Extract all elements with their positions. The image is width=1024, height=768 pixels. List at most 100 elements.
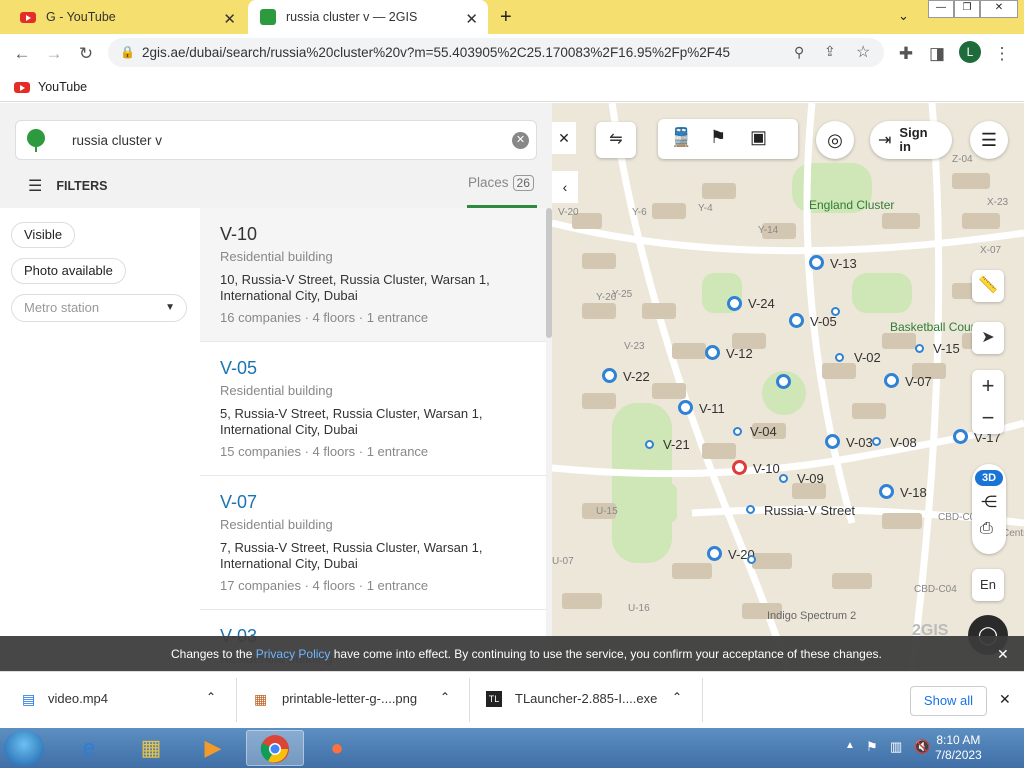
photo-icon[interactable]: ▣ xyxy=(750,127,767,148)
share-icon[interactable]: ⇪ xyxy=(824,43,836,60)
building-marker[interactable] xyxy=(825,434,840,449)
building-marker[interactable] xyxy=(747,555,756,564)
media-player-icon[interactable]: ▶ xyxy=(184,730,242,766)
chevron-up-icon[interactable]: ⌃ xyxy=(672,690,682,704)
building-marker[interactable] xyxy=(776,374,791,389)
building-label[interactable]: V-02 xyxy=(854,350,881,365)
building-label[interactable]: V-15 xyxy=(933,341,960,356)
side-panel-icon[interactable]: ◨ xyxy=(927,44,947,64)
building-marker[interactable] xyxy=(727,296,742,311)
ie-icon[interactable]: e xyxy=(60,730,118,766)
result-name[interactable]: V-07 xyxy=(220,492,526,513)
tab-youtube[interactable]: G - YouTube ✕ xyxy=(8,0,246,34)
close-tab-icon[interactable]: ✕ xyxy=(223,10,236,28)
building-label[interactable]: V-09 xyxy=(797,471,824,486)
locate-icon[interactable]: ➤ xyxy=(972,322,1004,354)
sign-in-button[interactable]: ⇥ Sign in xyxy=(870,121,952,159)
building-label[interactable]: V-21 xyxy=(663,437,690,452)
building-marker[interactable] xyxy=(645,440,654,449)
download-item[interactable]: TLauncher-2.885-I....exe xyxy=(515,691,657,706)
language-button[interactable]: En xyxy=(972,569,1004,601)
chip-visible[interactable]: Visible xyxy=(11,222,76,248)
chevron-up-icon[interactable]: ⌃ xyxy=(440,690,450,704)
building-label[interactable]: V-10 xyxy=(753,461,780,476)
forward-icon[interactable]: → xyxy=(44,44,64,64)
building-marker[interactable] xyxy=(915,344,924,353)
building-marker[interactable] xyxy=(953,429,968,444)
building-marker[interactable] xyxy=(789,313,804,328)
metro-station-select[interactable]: Metro station ▼ xyxy=(11,294,187,322)
minimize-icon[interactable]: — xyxy=(928,0,954,18)
back-icon[interactable]: ← xyxy=(12,44,32,64)
window-close-icon[interactable]: ✕ xyxy=(980,0,1018,18)
close-route-icon[interactable]: ✕ xyxy=(552,122,576,154)
download-item[interactable]: video.mp4 xyxy=(48,691,108,706)
result-card[interactable]: V-05 Residential building 5, Russia-V St… xyxy=(200,342,546,476)
share-icon[interactable]: ⋲ xyxy=(981,492,997,512)
tray-arrow-icon[interactable]: ▲ xyxy=(845,740,855,751)
building-label[interactable]: V-13 xyxy=(830,256,857,271)
building-marker[interactable] xyxy=(779,474,788,483)
collapse-panel-icon[interactable]: ‹ xyxy=(552,171,578,203)
address-bar[interactable]: 🔒 2gis.ae/dubai/search/russia%20cluster%… xyxy=(108,38,884,67)
compass-icon[interactable]: ◎ xyxy=(816,121,854,159)
building-label[interactable]: V-22 xyxy=(623,369,650,384)
building-label[interactable]: V-11 xyxy=(699,401,725,416)
close-tab-icon[interactable]: ✕ xyxy=(465,10,478,28)
chrome-icon[interactable] xyxy=(246,730,304,766)
building-marker[interactable] xyxy=(602,368,617,383)
flag-icon[interactable]: ⚑ xyxy=(866,739,878,755)
profile-avatar[interactable]: L xyxy=(959,41,981,63)
building-label[interactable]: V-08 xyxy=(890,435,917,450)
ruler-icon[interactable]: 📏 xyxy=(972,270,1004,302)
print-icon[interactable]: ⎙ xyxy=(980,520,993,538)
search-icon[interactable]: ⚲ xyxy=(794,44,804,61)
tab-places[interactable]: Places 26 xyxy=(468,175,534,191)
start-button[interactable] xyxy=(4,730,44,766)
building-label[interactable]: V-24 xyxy=(748,296,775,311)
building-marker[interactable] xyxy=(707,546,722,561)
menu-kebab-icon[interactable]: ⋮ xyxy=(992,44,1012,64)
close-shelf-icon[interactable]: ✕ xyxy=(999,691,1011,708)
building-marker[interactable] xyxy=(809,255,824,270)
chip-photo-available[interactable]: Photo available xyxy=(11,258,126,284)
restore-icon[interactable]: ❐ xyxy=(954,0,980,18)
hamburger-menu-icon[interactable]: ☰ xyxy=(970,121,1008,159)
result-card[interactable]: V-10 Residential building 10, Russia-V S… xyxy=(200,208,546,342)
building-label[interactable]: V-04 xyxy=(750,424,777,439)
star-icon[interactable]: ☆ xyxy=(856,42,870,62)
reload-icon[interactable]: ↻ xyxy=(76,44,96,64)
search-input[interactable]: russia cluster v xyxy=(72,133,162,148)
building-marker[interactable] xyxy=(678,400,693,415)
map-view[interactable]: England Cluster Basketball Court Russia-… xyxy=(552,103,1024,671)
building-marker[interactable] xyxy=(733,427,742,436)
close-banner-icon[interactable]: ✕ xyxy=(997,646,1009,663)
firefox-icon[interactable]: ● xyxy=(308,730,366,766)
chevron-down-icon[interactable]: ⌄ xyxy=(898,8,909,24)
network-icon[interactable]: ▥ xyxy=(890,739,902,755)
building-marker[interactable] xyxy=(835,353,844,362)
building-label[interactable]: V-18 xyxy=(900,485,927,500)
route-icon[interactable]: ⇋ xyxy=(596,122,636,158)
building-marker[interactable] xyxy=(705,345,720,360)
filters-button[interactable]: ☰ FILTERS xyxy=(28,176,108,196)
search-box[interactable]: russia cluster v ✕ xyxy=(15,120,537,160)
result-name[interactable]: V-05 xyxy=(220,358,526,379)
building-marker[interactable] xyxy=(879,484,894,499)
extensions-icon[interactable]: ✚ xyxy=(896,44,916,64)
volume-icon[interactable]: 🔇 xyxy=(914,739,930,755)
tab-2gis[interactable]: russia cluster v — 2GIS ✕ xyxy=(248,0,488,34)
3d-button[interactable]: 3D xyxy=(975,470,1003,486)
building-label[interactable]: V-05 xyxy=(810,314,837,329)
bookmark-youtube[interactable]: YouTube xyxy=(14,80,87,94)
building-marker[interactable] xyxy=(746,505,755,514)
explorer-icon[interactable]: ▦ xyxy=(122,730,180,766)
clear-search-icon[interactable]: ✕ xyxy=(512,132,529,149)
system-clock[interactable]: 8:10 AM 7/8/2023 xyxy=(935,733,982,763)
building-label[interactable]: V-03 xyxy=(846,435,873,450)
download-item[interactable]: printable-letter-g-....png xyxy=(282,691,417,706)
selected-building-marker[interactable] xyxy=(732,460,747,475)
result-name[interactable]: V-10 xyxy=(220,224,526,245)
signpost-icon[interactable]: ⚑ xyxy=(710,127,726,148)
show-all-button[interactable]: Show all xyxy=(910,686,987,716)
